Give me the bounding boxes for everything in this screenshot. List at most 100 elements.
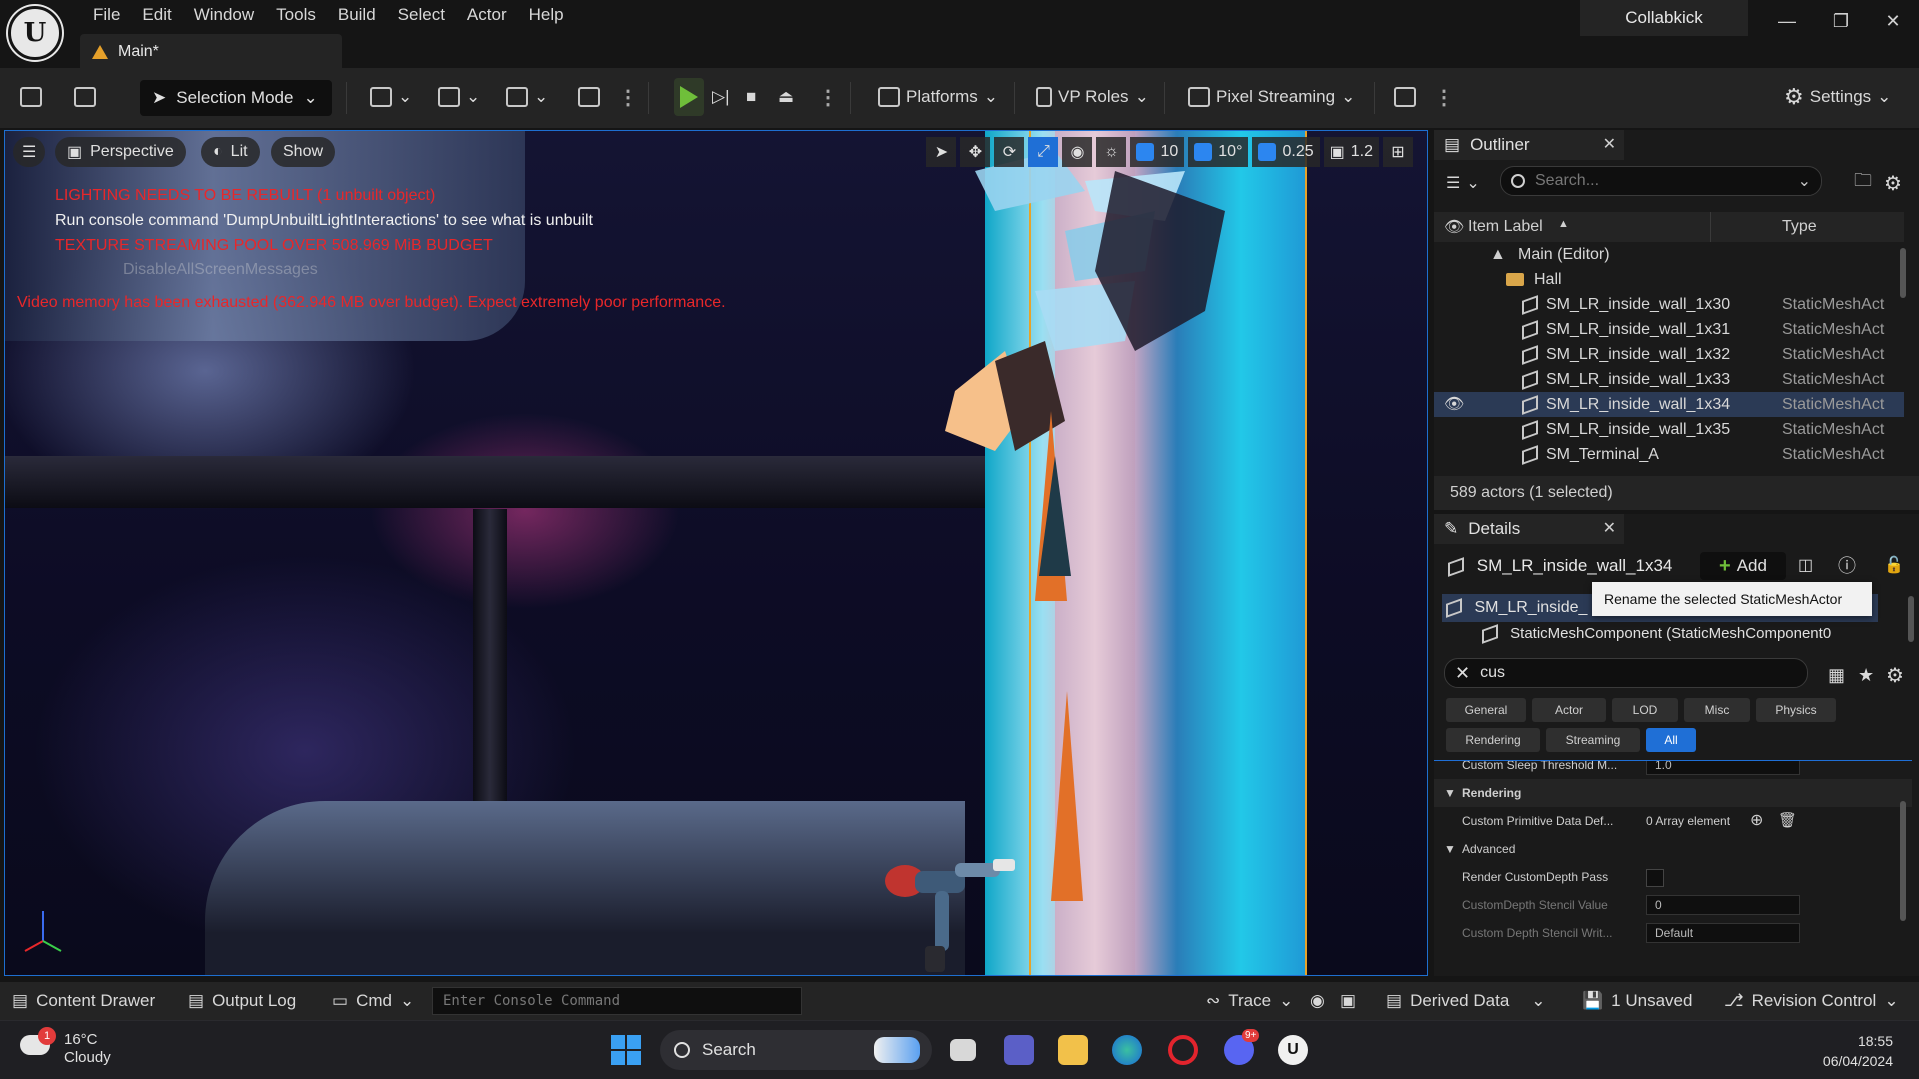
taskbar-search[interactable]: Search (660, 1030, 932, 1070)
translate-tool-icon[interactable]: ✥ (960, 137, 991, 167)
more-options-button[interactable]: ⋮ (618, 78, 638, 116)
advance-frame-button[interactable]: ▷| (712, 78, 730, 116)
viewport-layout-icon[interactable]: ⊞ (1383, 137, 1413, 167)
view-mode-dropdown[interactable]: ◐ Lit (201, 137, 260, 167)
save-button[interactable] (20, 78, 42, 116)
tree-row-world[interactable]: ▲ Main (Editor) (1434, 242, 1904, 267)
menu-select[interactable]: Select (387, 4, 456, 26)
menu-edit[interactable]: Edit (131, 4, 182, 26)
system-clock[interactable]: 18:55 06/04/2024 (1823, 1031, 1893, 1071)
weather-widget[interactable]: 1 16°C Cloudy (20, 1027, 111, 1067)
play-button[interactable] (674, 78, 704, 116)
filter-dropdown[interactable]: ☰ ⌄ (1446, 164, 1480, 202)
windows-start-icon[interactable] (611, 1035, 641, 1065)
help-button[interactable]: ⓘ (1838, 546, 1856, 584)
details-settings-button[interactable]: ⚙ (1886, 656, 1904, 694)
lock-button[interactable]: 🔓 (1884, 546, 1904, 584)
perspective-dropdown[interactable]: ▣ Perspective (55, 137, 186, 167)
scale-tool-icon[interactable]: ⤢ (1028, 137, 1059, 167)
visibility-icon[interactable]: 👁 (1444, 217, 1464, 237)
outliner-search-input[interactable]: Search... ⌄ (1500, 166, 1822, 196)
components-scrollbar[interactable] (1908, 596, 1914, 642)
player-character[interactable] (875, 841, 1025, 976)
filter-rendering[interactable]: Rendering (1446, 728, 1540, 752)
grid-snap-toggle[interactable]: 10 (1130, 137, 1185, 167)
unreal-logo-icon[interactable]: U (8, 6, 62, 60)
multiuser-button[interactable] (1394, 78, 1416, 116)
add-element-icon[interactable]: ⊕ (1750, 807, 1763, 835)
angle-snap-toggle[interactable]: 10° (1188, 137, 1249, 167)
stop-button[interactable]: ■ (746, 78, 756, 116)
content-drawer-button[interactable]: ▤ Content Drawer (12, 982, 155, 1020)
outliner-settings-button[interactable]: ⚙ (1884, 164, 1902, 202)
rotate-tool-icon[interactable]: ⟳ (994, 137, 1025, 167)
menu-tools[interactable]: Tools (265, 4, 327, 26)
blueprints-button[interactable]: ⌄ (438, 78, 480, 116)
filter-actor[interactable]: Actor (1532, 698, 1606, 722)
details-scrollbar[interactable] (1900, 801, 1906, 921)
level-tab-main[interactable]: Main* (80, 34, 342, 70)
add-component-button[interactable]: + Add (1700, 552, 1786, 580)
record-button[interactable]: ◉ (1310, 982, 1325, 1020)
component-child-row[interactable]: StaticMeshComponent (StaticMeshComponent… (1482, 620, 1902, 648)
file-explorer-icon[interactable] (1058, 1035, 1088, 1065)
show-dropdown[interactable]: Show (271, 137, 336, 167)
revision-control-dropdown[interactable]: ⎇ Revision Control ⌄ (1724, 982, 1899, 1020)
stencil-value-input[interactable]: 0 (1646, 895, 1800, 915)
visibility-icon[interactable]: 👁 (1444, 392, 1464, 417)
blueprint-convert-button[interactable]: ◫ (1798, 546, 1813, 584)
outliner-actor-row[interactable]: SM_Terminal_A StaticMeshAct (1434, 442, 1904, 467)
screenshot-button[interactable]: ▣ (1340, 982, 1356, 1020)
unreal-taskbar-icon[interactable]: U (1278, 1035, 1308, 1065)
outliner-actor-row[interactable]: SM_LR_inside_wall_1x32 StaticMeshAct (1434, 342, 1904, 367)
task-view-icon[interactable] (950, 1039, 976, 1061)
cmd-dropdown[interactable]: ▭ Cmd ⌄ (332, 982, 414, 1020)
category-rendering[interactable]: ▼ Rendering (1434, 779, 1912, 807)
select-tool-icon[interactable]: ➤ (926, 137, 957, 167)
level-viewport[interactable]: LIGHTING NEEDS TO BE REBUILT (1 unbuilt … (4, 130, 1428, 976)
console-command-input[interactable]: Enter Console Command (432, 987, 802, 1015)
property-matrix-button[interactable]: ▦ (1828, 656, 1845, 694)
sleep-threshold-input[interactable]: 1.0 (1646, 761, 1800, 775)
add-actor-button[interactable]: ⌄ (370, 78, 412, 116)
trash-icon[interactable]: 🗑 (1778, 807, 1797, 835)
settings-dropdown[interactable]: ⚙ Settings ⌄ (1784, 78, 1891, 116)
details-tab[interactable]: ✎ Details ✕ (1434, 514, 1624, 544)
add-folder-button[interactable]: 🗀 (1854, 164, 1872, 202)
vp-roles-dropdown[interactable]: VP Roles ⌄ (1036, 78, 1149, 116)
menu-window[interactable]: Window (183, 4, 265, 26)
menu-help[interactable]: Help (518, 4, 575, 26)
trace-dropdown[interactable]: ∾ Trace ⌄ (1206, 982, 1293, 1020)
outliner-actor-row[interactable]: 👁 SM_LR_inside_wall_1x34 StaticMeshAct (1434, 392, 1904, 417)
selection-mode-dropdown[interactable]: ➤ Selection Mode ⌄ (140, 80, 332, 116)
outliner-actor-row[interactable]: SM_LR_inside_wall_1x35 StaticMeshAct (1434, 417, 1904, 442)
cinematics-button[interactable]: ⌄ (506, 78, 548, 116)
discord-icon[interactable]: 9+ (1224, 1029, 1260, 1065)
depth-pass-checkbox[interactable] (1646, 869, 1664, 887)
minimize-icon[interactable]: — (1772, 8, 1802, 34)
clear-icon[interactable]: ✕ (1455, 663, 1470, 684)
surface-snap-icon[interactable]: ☼ (1096, 137, 1127, 167)
filter-physics[interactable]: Physics (1756, 698, 1836, 722)
menu-file[interactable]: File (82, 4, 131, 26)
world-local-icon[interactable]: ◉ (1062, 137, 1093, 167)
tree-row-folder[interactable]: Hall (1434, 267, 1904, 292)
play-options-button[interactable]: ⋮ (818, 78, 838, 116)
modeling-button[interactable] (578, 78, 600, 116)
favorites-button[interactable]: ★ (1858, 656, 1874, 694)
outliner-scrollbar[interactable] (1900, 248, 1906, 298)
outliner-actor-row[interactable]: SM_LR_inside_wall_1x31 StaticMeshAct (1434, 317, 1904, 342)
eject-button[interactable]: ⏏ (778, 78, 794, 116)
close-icon[interactable]: ✕ (1603, 134, 1616, 154)
filter-lod[interactable]: LOD (1612, 698, 1678, 722)
actor-name-label[interactable]: SM_LR_inside_wall_1x34 (1477, 556, 1673, 575)
col-type[interactable]: Type (1782, 218, 1817, 236)
filter-misc[interactable]: Misc (1684, 698, 1750, 722)
derived-data-dropdown[interactable]: ▤ Derived Data ⌄ (1386, 982, 1546, 1020)
more-options-button[interactable]: ⋮ (1434, 78, 1454, 116)
browse-button[interactable] (74, 78, 96, 116)
category-advanced[interactable]: ▼ Advanced (1434, 835, 1912, 863)
outliner-actor-row[interactable]: SM_LR_inside_wall_1x33 StaticMeshAct (1434, 367, 1904, 392)
filter-streaming[interactable]: Streaming (1546, 728, 1640, 752)
menu-build[interactable]: Build (327, 4, 387, 26)
